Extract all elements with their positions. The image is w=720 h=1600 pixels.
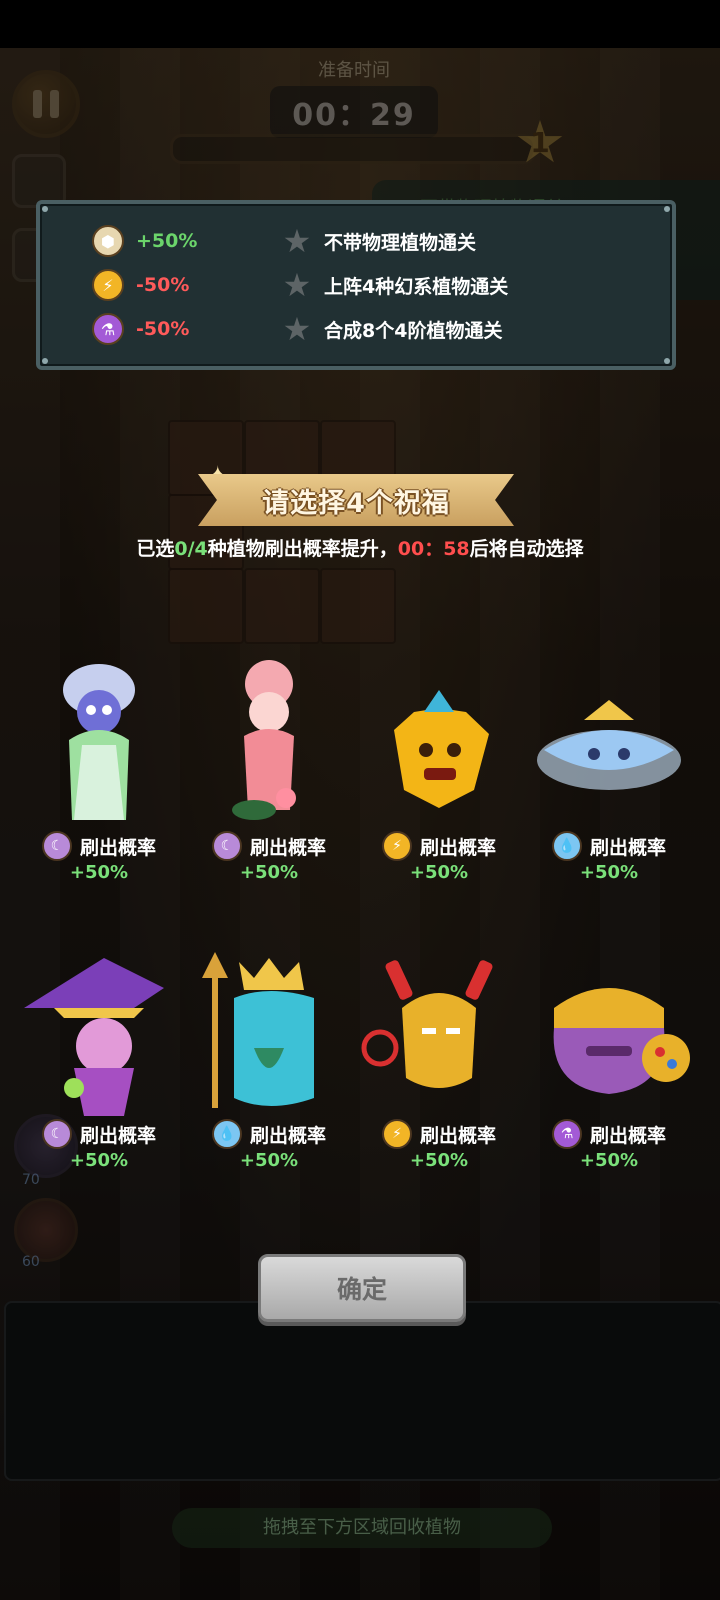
poison-icon: ⚗ [92,313,124,345]
white-haired-plant-art [63,664,135,820]
blessing-card[interactable]: ☾ 刷出概率 +50% [14,650,184,910]
quest-text: 上阵4种幻系植物通关 [324,275,509,298]
title-banner: 请选择4个祝福 [198,474,514,526]
blessing-card[interactable]: ☾ 刷出概率 +50% [184,650,354,910]
selection-status: 已选0/4种植物刷出概率提升，00：58后将自动选择 [136,538,584,560]
modifier-value: +50% [136,230,198,252]
phantom-icon: ☾ [211,831,242,861]
witch-plant-art [24,958,164,1116]
quest-row: ★ 不带物理植物通关 [280,224,476,258]
star-icon: ★ [282,266,312,304]
quest-row: ★ 合成8个4阶植物通关 [280,310,503,348]
blessing-card[interactable]: ⚡ 刷出概率 +50% [354,938,524,1198]
quest-text: 合成8个4阶植物通关 [324,319,503,342]
rate-bonus: +50% [409,862,469,883]
modifier-value: -50% [136,274,190,296]
blessing-card[interactable]: 💧 刷出概率 +50% [524,650,694,910]
quest-text: 不带物理植物通关 [324,231,477,254]
water-icon: 💧 [551,831,582,861]
modifier-row: ⚗ -50% [92,312,189,346]
golden-pepper-plant-art [394,690,489,808]
auto-select-countdown: 00：58 [397,538,470,560]
modifier-row: ⚡ -50% [92,268,189,302]
confirm-button[interactable]: 确定 [258,1254,466,1322]
rate-bonus: +50% [409,1150,469,1171]
blessing-card[interactable]: ⚗ 刷出概率 +50% [524,938,694,1198]
blessing-info-panel: ⬢ +50% ⚡ -50% ⚗ -50% ★ 不带物理植物通关 ★ 上阵4种幻系… [36,200,676,370]
lightning-icon: ⚡ [381,1119,412,1149]
selected-count: 0/4 [174,538,208,560]
poison-icon: ⚗ [551,1119,582,1149]
titan-gauntlet-plant-art [553,988,690,1094]
blessing-card[interactable]: ☾ 刷出概率 +50% [14,938,184,1198]
page-title: 请选择4个祝福 [262,487,450,519]
star-icon: ★ [282,310,312,348]
star-icon: ★ [282,222,312,260]
rate-bonus: +50% [69,862,129,883]
rate-bonus: +50% [579,862,639,883]
blessing-card[interactable]: ⚡ 刷出概率 +50% [354,650,524,910]
phantom-icon: ☾ [41,831,72,861]
lightning-icon: ⚡ [381,831,412,861]
rate-bonus: +50% [69,1150,129,1171]
physical-icon: ⬢ [92,225,124,257]
phantom-icon: ☾ [41,1119,72,1149]
rate-bonus: +50% [239,862,299,883]
status-bar [0,0,720,48]
water-icon: 💧 [211,1119,242,1149]
quest-row: ★ 上阵4种幻系植物通关 [280,266,509,304]
pink-lady-plant-art [232,660,296,820]
rate-bonus: +50% [579,1150,639,1171]
lightning-icon: ⚡ [92,269,124,301]
blessing-card[interactable]: 💧 刷出概率 +50% [184,938,354,1198]
crystal-crown-plant-art [537,700,681,790]
modifier-value: -50% [136,318,190,340]
armored-hero-plant-art [361,960,493,1088]
trident-king-plant-art [202,952,314,1108]
rate-bonus: +50% [239,1150,299,1171]
modifier-row: ⬢ +50% [92,224,197,258]
